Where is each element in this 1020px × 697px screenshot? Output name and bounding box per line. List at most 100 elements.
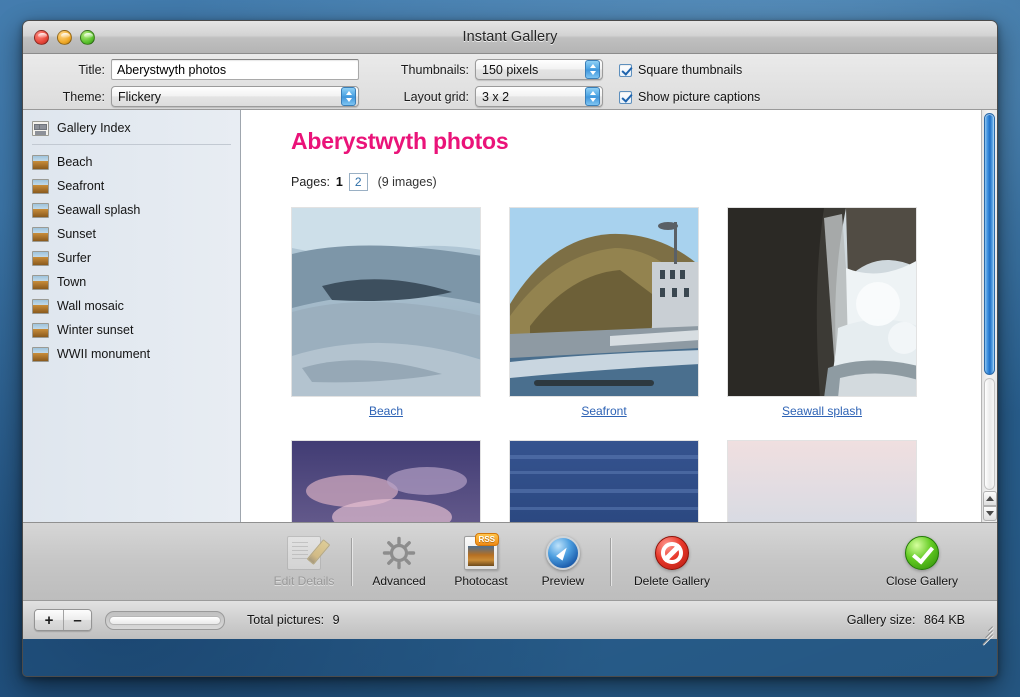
sidebar-divider xyxy=(32,144,231,145)
picture-icon xyxy=(32,274,49,290)
delete-gallery-button[interactable]: Delete Gallery xyxy=(617,529,727,595)
progress-bar-fill xyxy=(109,615,221,625)
pages-label: Pages: xyxy=(291,175,330,189)
scrollbar-thumb[interactable] xyxy=(984,113,995,375)
thumbnail-cell[interactable]: Seawall splash xyxy=(727,207,917,418)
sidebar-item-label: WWII monument xyxy=(57,347,151,361)
sidebar-item-label: Sunset xyxy=(57,227,96,241)
photocast-button[interactable]: RSS Photocast xyxy=(440,529,522,595)
close-gallery-label: Close Gallery xyxy=(885,573,959,588)
sidebar-item-wall-mosaic[interactable]: Wall mosaic xyxy=(23,294,240,318)
theme-select[interactable]: Flickery xyxy=(111,86,359,107)
sidebar-item-town[interactable]: Town xyxy=(23,270,240,294)
rss-badge: RSS xyxy=(474,532,499,546)
edit-details-icon xyxy=(287,535,321,570)
thumbnail-caption[interactable]: Seafront xyxy=(509,404,699,418)
main-body: Gallery Index Beach Seafront Seawall spl… xyxy=(23,110,997,522)
square-thumbnails-label: Square thumbnails xyxy=(638,63,743,77)
thumbnail-grid-row-2: Sunset xyxy=(291,440,981,522)
compass-icon xyxy=(546,535,580,570)
gallery-sidebar[interactable]: Gallery Index Beach Seafront Seawall spl… xyxy=(23,110,241,522)
sidebar-item-beach[interactable]: Beach xyxy=(23,150,240,174)
photo-thumbnail-beach[interactable] xyxy=(291,207,481,397)
sidebar-item-surfer[interactable]: Surfer xyxy=(23,246,240,270)
photocast-photo xyxy=(468,545,494,566)
minimize-window-button[interactable] xyxy=(57,30,72,45)
thumbnail-caption[interactable]: Beach xyxy=(291,404,481,418)
show-captions-label: Show picture captions xyxy=(638,90,761,104)
edit-details-button[interactable]: Edit Details xyxy=(263,529,345,595)
progress-bar xyxy=(105,610,225,630)
thumbnail-cell[interactable]: Surfer xyxy=(509,440,699,522)
delete-gallery-label: Delete Gallery xyxy=(633,573,711,588)
layout-grid-select[interactable]: 3 x 2 xyxy=(475,86,603,107)
sidebar-item-winter-sunset[interactable]: Winter sunset xyxy=(23,318,240,342)
add-remove-segmented-control[interactable]: + – xyxy=(34,609,92,631)
gallery-size-label: Gallery size: xyxy=(846,613,916,627)
sidebar-item-seawall-splash[interactable]: Seawall splash xyxy=(23,198,240,222)
photo-thumbnail-seawall-splash[interactable] xyxy=(727,207,917,397)
status-bar: + – Total pictures: 9 Gallery size: 864 … xyxy=(23,600,997,645)
remove-picture-button[interactable]: – xyxy=(63,610,91,630)
delete-ring xyxy=(661,541,683,564)
thumbnail-size-select[interactable]: 150 pixels xyxy=(475,59,603,80)
theme-label: Theme: xyxy=(62,90,105,104)
picture-icon xyxy=(32,250,49,266)
picture-icon xyxy=(32,346,49,362)
scroll-down-arrow-icon[interactable] xyxy=(983,506,997,521)
window-controls xyxy=(34,30,95,45)
layout-grid-label: Layout grid: xyxy=(403,90,469,104)
thumbnail-cell[interactable]: Sunset xyxy=(291,440,481,522)
photocast-icon: RSS xyxy=(464,532,499,570)
preview-label: Preview xyxy=(541,573,585,588)
photo-thumbnail-sunset[interactable] xyxy=(291,440,481,522)
gallery-preview-page: Aberystwyth photos Pages: 1 2 (9 images) xyxy=(241,110,981,522)
sidebar-item-gallery-index[interactable]: Gallery Index xyxy=(23,116,240,140)
thumbnail-cell[interactable]: Seafront xyxy=(509,207,699,418)
sidebar-item-seafront[interactable]: Seafront xyxy=(23,174,240,198)
photo-thumbnail-surfer[interactable] xyxy=(509,440,699,522)
picture-icon xyxy=(32,322,49,338)
vertical-scrollbar[interactable] xyxy=(981,110,997,522)
close-gallery-button[interactable]: Close Gallery xyxy=(867,529,977,595)
picture-icon xyxy=(32,202,49,218)
page-2-link[interactable]: 2 xyxy=(348,173,368,191)
advanced-button[interactable]: Advanced xyxy=(358,529,440,595)
square-thumbnails-checkbox[interactable]: Square thumbnails xyxy=(619,63,742,77)
toolbar-separator xyxy=(351,537,352,586)
picture-icon xyxy=(32,178,49,194)
edit-details-label: Edit Details xyxy=(273,573,335,588)
sidebar-item-label: Town xyxy=(57,275,87,289)
page-title: Aberystwyth photos xyxy=(291,128,509,154)
photocast-label: Photocast xyxy=(454,573,508,588)
bottom-toolbar: Edit Details Advanced RSS Photocast Prev… xyxy=(23,522,997,600)
sidebar-item-label: Wall mosaic xyxy=(57,299,124,313)
show-captions-checkbox[interactable]: Show picture captions xyxy=(619,90,760,104)
checkmark-icon xyxy=(905,535,939,570)
resize-grip[interactable] xyxy=(978,620,993,645)
title-label: Title: xyxy=(78,63,105,77)
thumbnail-caption[interactable]: Seawall splash xyxy=(727,404,917,418)
window-titlebar[interactable]: Instant Gallery xyxy=(23,21,997,54)
picture-icon xyxy=(32,226,49,242)
sidebar-item-label: Gallery Index xyxy=(57,121,131,135)
checkbox-icon xyxy=(619,63,632,77)
thumbnails-label: Thumbnails: xyxy=(400,63,469,77)
thumbnail-cell[interactable]: Beach xyxy=(291,207,481,418)
advanced-label: Advanced xyxy=(372,573,426,588)
gear-icon xyxy=(382,536,416,570)
sidebar-item-sunset[interactable]: Sunset xyxy=(23,222,240,246)
thumbnail-cell[interactable]: Town xyxy=(727,440,917,522)
sidebar-item-wwii-monument[interactable]: WWII monument xyxy=(23,342,240,366)
photo-thumbnail-town[interactable] xyxy=(727,440,917,522)
picture-icon xyxy=(32,154,49,170)
zoom-window-button[interactable] xyxy=(80,30,95,45)
close-window-button[interactable] xyxy=(34,30,49,45)
preview-button[interactable]: Preview xyxy=(522,529,604,595)
sidebar-item-label: Seafront xyxy=(57,179,105,193)
photo-thumbnail-seafront[interactable] xyxy=(509,207,699,397)
scrollbar-track[interactable] xyxy=(984,378,995,490)
add-picture-button[interactable]: + xyxy=(35,610,63,630)
title-input[interactable]: Aberystwyth photos xyxy=(111,59,359,80)
scroll-up-arrow-icon[interactable] xyxy=(983,491,997,506)
